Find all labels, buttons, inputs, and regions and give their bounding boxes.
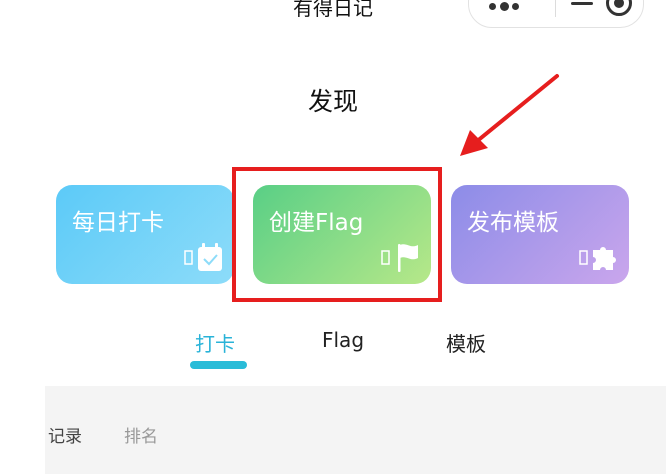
tab-checkin[interactable]: 打卡 [195, 328, 235, 357]
close-target-icon[interactable] [606, 0, 632, 16]
tab-template[interactable]: 模板 [446, 328, 486, 357]
minimize-icon[interactable] [571, 2, 593, 5]
subtab-rank[interactable]: 排名 [124, 422, 158, 447]
page-title: 发现 [307, 87, 358, 116]
more-options-icon[interactable] [489, 2, 519, 11]
subtab-record[interactable]: 记录 [48, 422, 82, 447]
puzzle-icon [579, 247, 616, 270]
tab-flag[interactable]: Flag [322, 328, 364, 352]
capsule-divider [555, 0, 556, 17]
daily-checkin-card[interactable]: 每日打卡 [56, 185, 234, 284]
active-tab-indicator [190, 361, 247, 369]
mini-program-capsule [468, 0, 644, 28]
subtab-panel: 记录 排名 [45, 386, 666, 474]
highlight-box [232, 167, 442, 302]
category-tabs: 打卡 Flag 模板 [0, 326, 666, 372]
card-label: 发布模板 [467, 210, 559, 236]
publish-template-card[interactable]: 发布模板 [451, 185, 629, 284]
annotation-arrow-icon [460, 74, 559, 156]
calendar-check-icon [184, 243, 222, 271]
card-label: 每日打卡 [72, 210, 164, 236]
